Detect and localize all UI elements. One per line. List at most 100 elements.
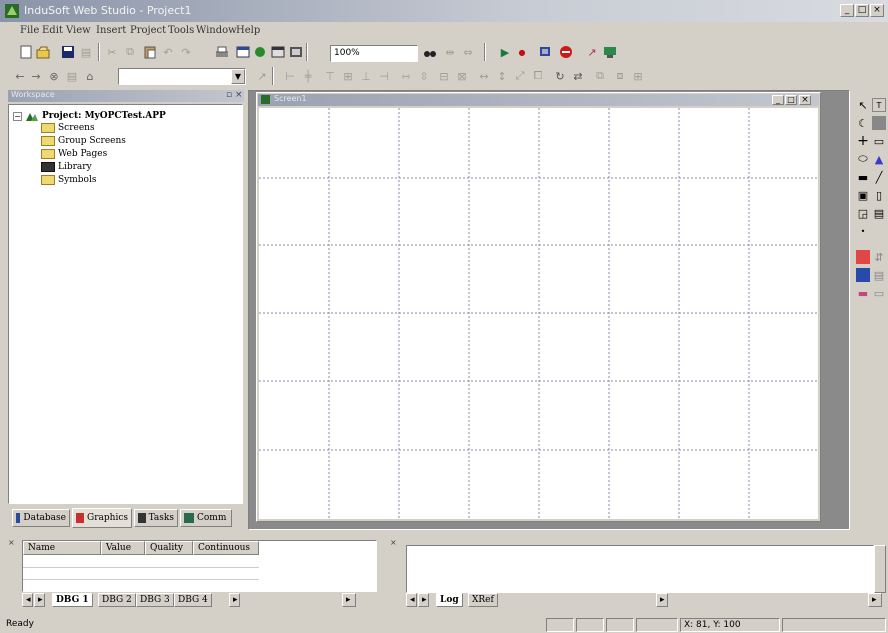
- menu-file[interactable]: File: [20, 25, 39, 36]
- list-icon[interactable]: ▤: [872, 268, 886, 282]
- chevron-down-icon[interactable]: ▼: [231, 69, 245, 84]
- cut-icon[interactable]: ✂: [104, 44, 120, 60]
- tab-database[interactable]: Database: [12, 509, 70, 527]
- same-width-icon[interactable]: ↔: [476, 68, 492, 84]
- line-icon[interactable]: +: [856, 133, 870, 149]
- grid-icon[interactable]: ⊞: [630, 68, 646, 84]
- log-panel-close-icon[interactable]: ×: [390, 538, 397, 547]
- stop-nav-icon[interactable]: ⊗: [46, 68, 62, 84]
- collapse-icon[interactable]: −: [13, 111, 22, 121]
- paste-icon[interactable]: [142, 44, 158, 60]
- screen-maximize-button[interactable]: □: [785, 95, 797, 105]
- stop-icon[interactable]: ●: [514, 44, 530, 60]
- menu-tools[interactable]: Tools: [168, 25, 194, 36]
- text-icon[interactable]: T: [872, 98, 886, 112]
- distribute-icon[interactable]: ⇔: [460, 44, 476, 60]
- align-icon[interactable]: ⇹: [442, 44, 458, 60]
- db-hscroll-right-icon[interactable]: ▸: [342, 593, 356, 607]
- align-right-icon[interactable]: ⊣: [376, 68, 392, 84]
- slider-icon[interactable]: ▬: [856, 286, 870, 300]
- grid-object-icon[interactable]: [856, 268, 870, 282]
- pen-icon[interactable]: ╱: [872, 170, 886, 184]
- tab-dbg3[interactable]: DBG 3: [136, 593, 174, 607]
- log-tab-left-icon[interactable]: ◂: [406, 593, 417, 607]
- tree-item-library[interactable]: Library: [41, 162, 92, 172]
- rounded-rect-icon[interactable]: ▬: [856, 170, 870, 184]
- same-height-icon[interactable]: ↕: [494, 68, 510, 84]
- col-quality[interactable]: Quality: [145, 541, 193, 555]
- log-hscroll-icon[interactable]: ▸: [656, 593, 668, 607]
- save-icon[interactable]: [60, 44, 76, 60]
- group-icon[interactable]: ⧠: [530, 68, 546, 84]
- undo-icon[interactable]: ↶: [160, 44, 176, 60]
- trend-icon[interactable]: ⇵: [872, 250, 886, 264]
- bring-front-icon[interactable]: ⧉: [592, 68, 608, 84]
- app-tasks-icon[interactable]: [288, 44, 304, 60]
- alarm-object-icon[interactable]: [856, 250, 870, 264]
- menu-view[interactable]: View: [66, 25, 91, 36]
- address-combo[interactable]: ▼: [118, 68, 246, 85]
- col-continuous[interactable]: Continuous: [193, 541, 259, 555]
- pointer-icon[interactable]: ↗: [254, 68, 270, 84]
- new-icon[interactable]: [18, 44, 34, 60]
- space-horizontal-icon[interactable]: ⇿: [398, 68, 414, 84]
- tab-dbg1[interactable]: DBG 1: [52, 593, 93, 607]
- db-panel-close-icon[interactable]: ×: [8, 538, 15, 547]
- workspace-pin-icon[interactable]: ▫ ×: [226, 90, 243, 100]
- tab-dbg4[interactable]: DBG 4: [174, 593, 212, 607]
- home-icon[interactable]: ⌂: [82, 68, 98, 84]
- remote-management-icon[interactable]: [602, 44, 618, 60]
- output-log[interactable]: [406, 545, 874, 593]
- align-middle-icon[interactable]: ⊞: [340, 68, 356, 84]
- alarm-icon[interactable]: ▲: [872, 152, 886, 166]
- copy-icon[interactable]: ⧉: [122, 44, 138, 60]
- menu-project[interactable]: Project: [130, 25, 166, 36]
- same-size-icon[interactable]: ⤢: [512, 68, 528, 84]
- save-all-icon[interactable]: ▤: [78, 44, 94, 60]
- combo-icon[interactable]: ▭: [872, 286, 886, 300]
- align-bottom-icon[interactable]: ⊥: [358, 68, 374, 84]
- center-horizontal-icon[interactable]: ⊟: [436, 68, 452, 84]
- tree-project-row[interactable]: − Project: MyOPCTest.APP: [13, 110, 166, 122]
- point-icon[interactable]: •: [856, 224, 870, 238]
- log-vscroll[interactable]: [874, 545, 886, 593]
- tab-scroll-left-icon[interactable]: ◂: [22, 593, 33, 607]
- tree-item-web-pages[interactable]: Web Pages: [41, 149, 107, 159]
- col-name[interactable]: Name: [23, 541, 101, 555]
- col-value[interactable]: Value: [101, 541, 145, 555]
- picture-icon[interactable]: [872, 116, 886, 130]
- align-left-icon[interactable]: ⊢: [282, 68, 298, 84]
- menu-insert[interactable]: Insert: [96, 25, 126, 36]
- tab-more-icon[interactable]: ▸: [229, 593, 240, 607]
- menu-window[interactable]: Window: [196, 25, 237, 36]
- thin-client-icon[interactable]: [538, 44, 554, 60]
- tree-item-symbols[interactable]: Symbols: [41, 175, 96, 185]
- space-vertical-icon[interactable]: ⇳: [416, 68, 432, 84]
- minimize-button[interactable]: _: [840, 4, 854, 17]
- back-icon[interactable]: ←: [12, 68, 28, 84]
- rotate-icon[interactable]: ↻: [552, 68, 568, 84]
- maximize-button[interactable]: □: [855, 4, 869, 17]
- database-icon[interactable]: [270, 44, 286, 60]
- send-back-icon[interactable]: ⧈: [612, 68, 628, 84]
- center-vertical-icon[interactable]: ⊠: [454, 68, 470, 84]
- screen-icon[interactable]: [235, 44, 251, 60]
- rectangle-icon[interactable]: ▣: [856, 188, 870, 202]
- screen-canvas[interactable]: [259, 108, 818, 519]
- tab-log[interactable]: Log: [436, 593, 463, 607]
- remote-icon[interactable]: ↗: [584, 44, 600, 60]
- frame-icon[interactable]: ▯: [872, 188, 886, 202]
- print-icon[interactable]: [214, 44, 230, 60]
- select-icon[interactable]: ↖: [856, 98, 870, 112]
- tab-tasks[interactable]: Tasks: [134, 509, 178, 527]
- tab-comm[interactable]: Comm: [180, 509, 232, 527]
- zoom-combo[interactable]: 100%: [330, 45, 418, 62]
- open-icon[interactable]: [35, 44, 51, 60]
- stop-all-icon[interactable]: [558, 44, 574, 60]
- button-icon[interactable]: ▭: [872, 134, 886, 148]
- forward-icon[interactable]: →: [28, 68, 44, 84]
- menu-edit[interactable]: Edit: [42, 25, 63, 36]
- checkbox-icon[interactable]: ▤: [872, 206, 886, 220]
- tab-dbg2[interactable]: DBG 2: [98, 593, 136, 607]
- tab-xref[interactable]: XRef: [468, 593, 498, 607]
